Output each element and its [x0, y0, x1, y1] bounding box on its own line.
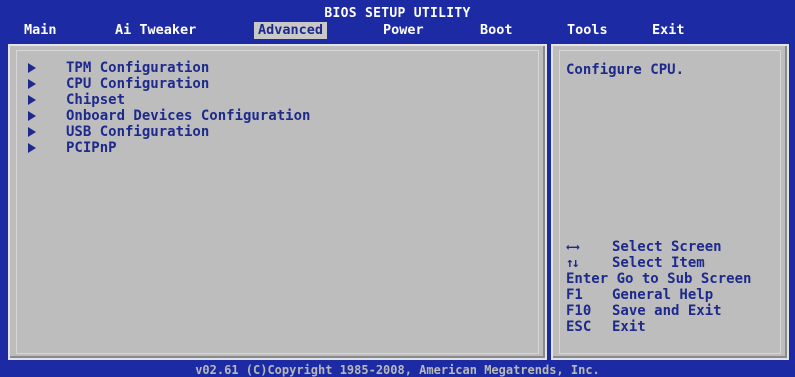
menu-advanced[interactable]: Advanced [254, 22, 328, 39]
list-item-tpm-configuration[interactable]: TPM Configuration [28, 60, 428, 76]
menu-power[interactable]: Power [383, 22, 424, 39]
submenu-arrow-icon [28, 143, 36, 153]
menu-ai-tweaker[interactable]: Ai Tweaker [115, 22, 196, 39]
key-name: F1 [566, 287, 583, 303]
submenu-arrow-icon [28, 63, 36, 73]
item-label: CPU Configuration [66, 76, 210, 92]
submenu-arrow-icon [28, 111, 36, 121]
item-label: PCIPnP [66, 140, 117, 156]
key-help-row: F1 General Help [566, 287, 713, 303]
bios-screen: BIOS SETUP UTILITY Main Ai Tweaker Advan… [0, 0, 795, 377]
key-name: ESC [566, 319, 592, 335]
left-right-arrows-icon: ←→ [566, 240, 580, 255]
key-action: Save and Exit [612, 303, 722, 319]
key-action: Select Screen [612, 239, 722, 255]
submenu-arrow-icon [28, 95, 36, 105]
key-help-row: ESC Exit [566, 319, 646, 335]
list-item-usb-configuration[interactable]: USB Configuration [28, 124, 428, 140]
key-action: General Help [612, 287, 714, 303]
list-item-chipset[interactable]: Chipset [28, 92, 428, 108]
list-item-pcipnp[interactable]: PCIPnP [28, 140, 428, 156]
up-down-arrows-icon: ↑↓ [566, 256, 580, 271]
key-action: Exit [612, 319, 646, 335]
item-label: USB Configuration [66, 124, 210, 140]
copyright-footer: v02.61 (C)Copyright 1985-2008, American … [0, 364, 795, 377]
key-name: Enter [566, 271, 609, 287]
key-action: Go to Sub Screen [616, 271, 752, 287]
top-bar: BIOS SETUP UTILITY Main Ai Tweaker Advan… [0, 0, 795, 40]
list-item-cpu-configuration[interactable]: CPU Configuration [28, 76, 428, 92]
key-help-row: F10 Save and Exit [566, 303, 722, 319]
menu-exit[interactable]: Exit [652, 22, 685, 39]
list-item-onboard-devices-configuration[interactable]: Onboard Devices Configuration [28, 108, 428, 124]
item-label: TPM Configuration [66, 60, 210, 76]
help-description: Configure CPU. [566, 62, 685, 78]
bios-title: BIOS SETUP UTILITY [324, 6, 471, 21]
key-action: Select Item [612, 255, 705, 271]
key-name: F10 [566, 303, 592, 319]
menu-boot[interactable]: Boot [480, 22, 513, 39]
submenu-arrow-icon [28, 127, 36, 137]
menu-tools[interactable]: Tools [567, 22, 608, 39]
submenu-arrow-icon [28, 79, 36, 89]
item-label: Chipset [66, 92, 126, 108]
item-label: Onboard Devices Configuration [66, 108, 311, 124]
key-help-row: Enter Go to Sub Screen [566, 271, 751, 287]
key-help-row: ↑↓ Select Item [566, 255, 705, 271]
menu-main[interactable]: Main [24, 22, 57, 39]
key-help-row: ←→ Select Screen [566, 239, 722, 255]
